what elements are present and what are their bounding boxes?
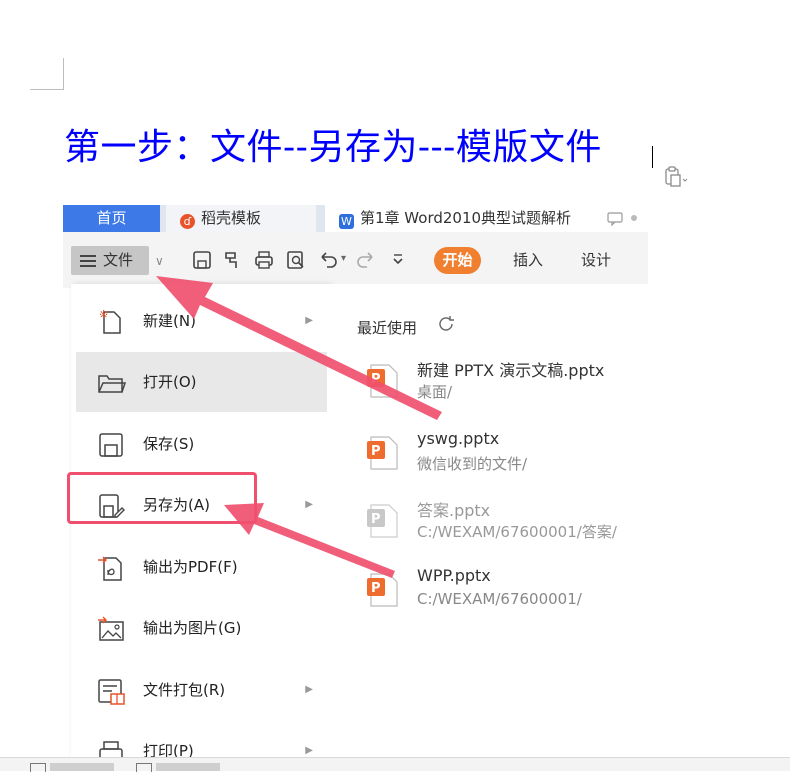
ribbon-tab-start[interactable]: 开始 [434,247,481,274]
recent-file-name: WPP.pptx [417,566,491,585]
hamburger-icon [80,255,96,257]
daoke-logo-icon: ɗ [180,214,195,229]
recent-file-item[interactable]: P 新建 PPTX 演示文稿.pptx 桌面/ [367,357,647,407]
recent-file-item[interactable]: P yswg.pptx 微信收到的文件/ [367,429,647,479]
tab-daoke-templates[interactable]: ɗ 稻壳模板 [166,205,316,232]
ribbon-tab-insert[interactable]: 插入 [513,247,543,274]
recent-file-path: 微信收到的文件/ [417,455,528,473]
tab-daoke-label: 稻壳模板 [201,209,262,227]
recent-file-name: yswg.pptx [417,429,500,448]
pptx-file-icon: P [367,436,398,470]
menu-item-package[interactable]: 文件打包(R) ▶ [76,660,327,720]
svg-text:P: P [371,512,381,527]
tab-home[interactable]: 首页 [63,205,160,232]
menu-item-export-pdf[interactable]: 输出为PDF(F) [76,537,327,597]
recent-title: 最近使用 [357,319,418,337]
save-icon[interactable] [191,249,213,271]
pptx-file-icon: P [367,573,398,607]
text-cursor [652,146,653,168]
paste-options-icon[interactable] [664,166,688,188]
print-icon [99,741,123,757]
chevron-down-icon[interactable]: ∨ [155,254,164,268]
menu-item-label: 新建(N) [143,312,196,330]
pptx-file-icon: P [367,364,398,398]
ribbon-tab-design[interactable]: 设计 [581,247,611,274]
menu-item-label: 打开(O) [143,373,197,391]
status-bar [0,757,790,772]
undo-dropdown-icon[interactable]: ▾ [341,253,346,264]
tab-home-label: 首页 [96,209,127,227]
recent-file-path: C:/WEXAM/67600001/答案/ [417,523,617,541]
tab-document-label: 第1章 Word2010典型试题解析 [360,209,572,227]
svg-text:P: P [371,444,381,459]
page-view-icon[interactable] [30,763,46,772]
outline-view-icon[interactable] [136,763,152,772]
menu-item-label: 文件打包(R) [143,681,226,699]
menu-item-new[interactable]: ※ 新建(N) ▶ [76,291,327,351]
print-icon[interactable] [253,249,275,271]
annotation-highlight-box [67,472,257,524]
submenu-arrow-icon: ▶ [305,315,313,326]
menu-item-label: 保存(S) [143,435,195,453]
comment-icon[interactable] [607,212,623,226]
recent-file-path: 桌面/ [417,383,453,401]
quick-toolbar: 文件 ∨ ▾ 开始 插入 设计 [63,232,648,288]
submenu-arrow-icon: ▶ [305,745,313,756]
menu-item-open[interactable]: 打开(O) [76,352,327,412]
menu-item-label: 打印(P) [143,742,194,757]
print-preview-icon[interactable] [285,249,307,271]
page-corner-mark [30,58,64,90]
menu-item-print[interactable]: 打印(P) ▶ [76,721,327,757]
refresh-icon[interactable] [436,314,456,334]
more-icon[interactable] [387,249,409,271]
recent-files-panel: 最近使用 P 新建 PPTX 演示文稿.pptx 桌面/ P yswg.pptx… [330,284,648,757]
redo-icon[interactable] [355,249,377,271]
new-file-icon: ※ [99,308,121,334]
recent-file-item[interactable]: P 答案.pptx C:/WEXAM/67600001/答案/ [367,497,647,547]
export-pdf-icon [98,556,122,581]
pptx-file-icon: P [367,504,398,538]
recent-file-name: 答案.pptx [417,501,491,520]
file-menu-label: 文件 [103,251,134,269]
menu-item-save[interactable]: 保存(S) [76,414,327,474]
recent-file-name: 新建 PPTX 演示文稿.pptx [417,361,605,380]
menu-item-label: 输出为图片(G) [143,619,242,637]
svg-text:P: P [371,372,381,387]
package-icon [98,679,125,705]
open-folder-icon [98,375,126,393]
submenu-arrow-icon: ▶ [305,684,313,695]
undo-icon[interactable] [317,249,339,271]
tab-dot-icon [631,215,637,221]
svg-text:※: ※ [99,308,108,321]
menu-item-label: 输出为PDF(F) [143,558,238,576]
tab-bar: 首页 ɗ 稻壳模板 W 第1章 Word2010典型试题解析 [63,205,648,232]
menu-item-export-image[interactable]: 输出为图片(G) [76,598,327,658]
instruction-heading: 第一步：文件--另存为---模版文件 [64,127,602,168]
svg-text:P: P [371,581,381,596]
recent-file-path: C:/WEXAM/67600001/ [417,590,582,608]
file-menu-button[interactable]: 文件 [71,246,149,275]
export-image-icon [98,616,124,641]
save-icon [99,433,123,457]
tab-document[interactable]: W 第1章 Word2010典型试题解析 [325,205,648,232]
recent-file-item[interactable]: P WPP.pptx C:/WEXAM/67600001/ [367,566,647,616]
word-doc-icon: W [339,214,354,229]
format-painter-icon[interactable] [221,249,243,271]
submenu-arrow-icon: ▶ [305,499,313,510]
